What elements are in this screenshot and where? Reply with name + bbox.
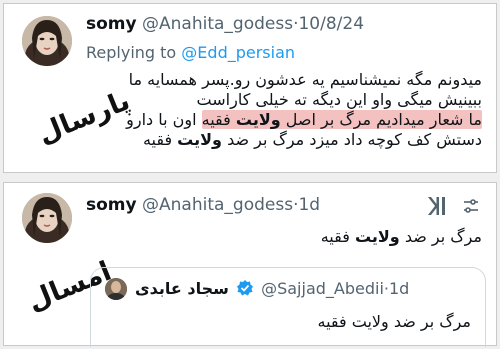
- tweet-line-1: مرگ بر ضد ولایت فقیه: [321, 227, 482, 247]
- avatar[interactable]: [22, 16, 72, 66]
- tweet-date[interactable]: 10/8/24: [298, 14, 364, 34]
- line4-bold: ولایت: [177, 130, 222, 149]
- line4-post: فقیه: [142, 130, 178, 149]
- replying-handle-link[interactable]: @Edd_persian: [181, 43, 295, 62]
- tweet-line-1: میدونم مگه نمیشناسیم یه عدشون رو.پسر همس…: [128, 70, 482, 89]
- quoted-avatar[interactable]: [105, 278, 127, 300]
- author-name[interactable]: somy: [86, 195, 137, 215]
- tweet-text: مرگ بر ضد ولایت فقیه: [321, 227, 482, 247]
- quoted-header: سجاد عابدی @Sajjad_Abedii·1d: [135, 278, 409, 300]
- line3-tail: اون با دارو: [126, 110, 202, 129]
- body-pre: مرگ بر ضد: [399, 227, 482, 246]
- avatar-image: [22, 16, 72, 66]
- quoted-date[interactable]: 1d: [389, 279, 409, 298]
- avatar[interactable]: [22, 193, 72, 243]
- body-bold: ولایت: [354, 227, 400, 246]
- x-logo-icon[interactable]: [424, 193, 450, 219]
- quoted-author-name[interactable]: سجاد عابدی: [135, 279, 229, 298]
- line3-post: فقیه: [201, 110, 236, 129]
- replying-prefix: Replying to: [86, 43, 177, 62]
- tweet-date[interactable]: 1d: [298, 195, 320, 215]
- quoted-text: مرگ بر ضد ولایت فقیه: [317, 312, 472, 331]
- verified-badge-icon: [236, 279, 254, 297]
- highlighted-phrase: ما شعار میدادیم مرگ بر اصل ولایت فقیه: [201, 110, 482, 129]
- line4-pre: دستش کف کوچه داد میزد مرگ بر ضد: [221, 130, 482, 149]
- tweet-line-3: ما شعار میدادیم مرگ بر اصل ولایت فقیه او…: [102, 110, 482, 130]
- line3-pre: ما شعار میدادیم مرگ بر اصل: [280, 110, 482, 129]
- line3-bold: ولایت: [235, 110, 281, 129]
- avatar-image: [22, 193, 72, 243]
- tweet-line-2: ببینیش میگی واو این دیگه ته خیلی کاراست: [196, 90, 482, 109]
- author-handle[interactable]: @Anahita_godess: [142, 195, 293, 215]
- body-post: فقیه: [320, 227, 355, 246]
- tweet-text: میدونم مگه نمیشناسیم یه عدشون رو.پسر همس…: [102, 70, 482, 150]
- quoted-author-handle[interactable]: @Sajjad_Abedii: [261, 279, 384, 298]
- replying-to: Replying to @Edd_persian: [86, 43, 295, 63]
- quoted-tweet[interactable]: سجاد عابدی @Sajjad_Abedii·1d مرگ بر ضد و…: [90, 267, 486, 347]
- tweet-header: somy @Anahita_godess·1d: [86, 195, 320, 215]
- tune-icon[interactable]: [462, 197, 480, 215]
- tweet-card-this-year[interactable]: somy @Anahita_godess·1d مرگ بر ضد ولایت …: [3, 182, 497, 347]
- tweet-line-4: دستش کف کوچه داد میزد مرگ بر ضد ولایت فق…: [102, 130, 482, 150]
- author-name[interactable]: somy: [86, 14, 137, 34]
- tweet-header: somy @Anahita_godess·10/8/24: [86, 14, 364, 34]
- author-handle[interactable]: @Anahita_godess: [142, 14, 293, 34]
- tweet-card-last-year[interactable]: somy @Anahita_godess·10/8/24 Replying to…: [3, 3, 497, 173]
